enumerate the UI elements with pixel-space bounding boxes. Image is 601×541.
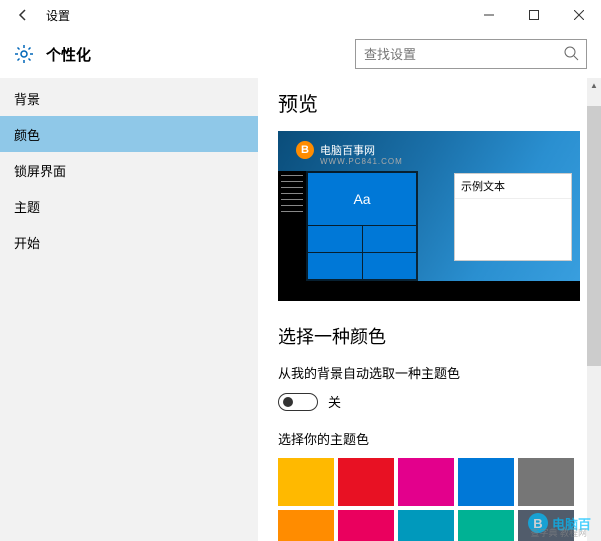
minimize-button[interactable] (466, 0, 511, 30)
scroll-thumb[interactable] (587, 106, 601, 366)
search-wrap (355, 39, 587, 69)
auto-pick-toggle[interactable]: 关 (278, 392, 581, 411)
minimize-icon (484, 10, 494, 20)
auto-pick-label: 从我的背景自动选取一种主题色 (278, 363, 581, 382)
sidebar: 背景 颜色 锁屏界面 主题 开始 (0, 78, 258, 541)
header: 个性化 (0, 30, 601, 78)
close-icon (574, 10, 584, 20)
color-swatch[interactable] (338, 458, 394, 506)
choose-color-heading: 选择一种颜色 (278, 323, 581, 349)
color-swatch[interactable] (398, 510, 454, 541)
corner-watermark-sub: 查字典 教程网 (530, 526, 587, 539)
preview-heading: 预览 (278, 88, 581, 117)
toggle-track (278, 393, 318, 411)
preview-box: B 电脑百事网 WWW.PC841.COM Aa 示例文本 (278, 131, 580, 301)
preview-taskbar (278, 281, 580, 301)
maximize-icon (529, 10, 539, 20)
color-swatch[interactable] (398, 458, 454, 506)
search-icon (564, 46, 579, 61)
toggle-state-label: 关 (328, 392, 341, 411)
preview-tile-big: Aa (308, 173, 416, 225)
gear-icon (14, 44, 34, 64)
preview-startmenu-left (278, 171, 306, 281)
preview-tiles: Aa (306, 171, 418, 281)
scroll-up-icon[interactable]: ▲ (587, 78, 601, 92)
color-swatch[interactable] (518, 458, 574, 506)
sidebar-item-background[interactable]: 背景 (0, 80, 258, 116)
scrollbar[interactable]: ▲ (587, 78, 601, 541)
watermark-text: 电脑百事网 (320, 142, 375, 158)
watermark-sub: WWW.PC841.COM (320, 157, 403, 166)
watermark-logo-icon: B (296, 141, 314, 159)
preview-window: 示例文本 (454, 173, 572, 261)
preview-window-title: 示例文本 (455, 174, 571, 199)
back-button[interactable] (8, 0, 38, 30)
window-controls (466, 0, 601, 30)
arrow-left-icon (16, 8, 30, 22)
color-swatch[interactable] (458, 458, 514, 506)
content: 预览 B 电脑百事网 WWW.PC841.COM Aa 示例文本 选择一种颜 (258, 78, 601, 541)
color-swatch[interactable] (338, 510, 394, 541)
page-title: 个性化 (46, 44, 91, 65)
sidebar-item-start[interactable]: 开始 (0, 224, 258, 260)
maximize-button[interactable] (511, 0, 556, 30)
sidebar-item-themes[interactable]: 主题 (0, 188, 258, 224)
color-swatch[interactable] (278, 458, 334, 506)
toggle-thumb (283, 397, 293, 407)
search-input[interactable] (355, 39, 587, 69)
sidebar-item-colors[interactable]: 颜色 (0, 116, 258, 152)
close-button[interactable] (556, 0, 601, 30)
sidebar-item-lockscreen[interactable]: 锁屏界面 (0, 152, 258, 188)
color-swatch[interactable] (458, 510, 514, 541)
color-swatch[interactable] (278, 510, 334, 541)
titlebar: 设置 (0, 0, 601, 30)
accent-color-label: 选择你的主题色 (278, 429, 581, 448)
window-title: 设置 (46, 7, 70, 24)
preview-startmenu: Aa (278, 171, 418, 281)
